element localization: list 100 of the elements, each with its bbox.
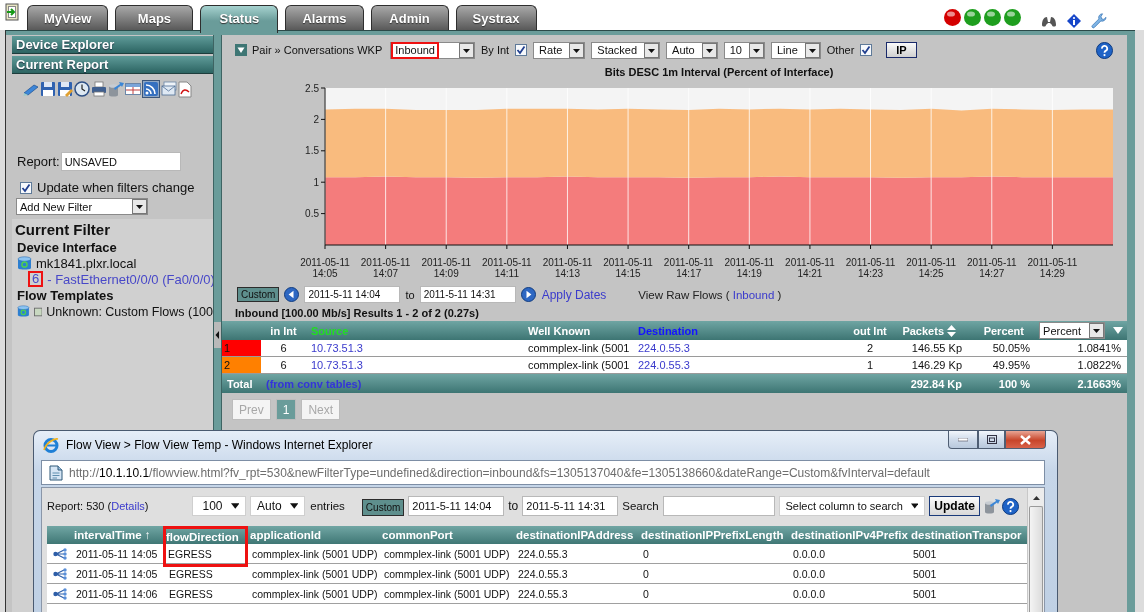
dropdown[interactable]: 100 (191, 496, 247, 516)
caret-icon[interactable] (701, 42, 717, 58)
dropdown[interactable]: Auto (250, 496, 306, 516)
door-arrow-icon[interactable] (5, 3, 19, 21)
panel-header[interactable]: Device Explorer (12, 36, 213, 54)
caret-icon[interactable] (644, 42, 660, 58)
document-icon[interactable] (178, 80, 192, 98)
panel-header[interactable]: Current Report (12, 56, 213, 74)
floppy-icon[interactable] (40, 81, 56, 97)
table-row[interactable]: 2011-05-11 14:05 EGRESS commplex-link (5001 UDP) commplex-link (5001 UDP) 224.0.55.3 0 0.0.0.0 5001 (47, 544, 1027, 564)
maximize-button[interactable] (978, 431, 1005, 449)
dropdown[interactable]: Auto (666, 41, 718, 59)
help-icon[interactable] (1002, 497, 1019, 515)
caret-icon[interactable] (804, 42, 820, 58)
scrollbar[interactable] (1027, 488, 1044, 612)
dropdown[interactable]: Inbound (390, 41, 475, 59)
checkbox-label: By Int (481, 44, 510, 56)
table-row[interactable]: 2 6 10.73.51.3 commplex-link (5001 224.0.55.3 1 146.29 Kp 49.95% 1.0822% (222, 357, 1127, 374)
column-header[interactable]: destinationIPAddress (514, 526, 639, 544)
dropdown[interactable]: Percent (1039, 322, 1105, 339)
column-header[interactable]: Well Known (528, 324, 591, 337)
table-cell: 49.95% (992, 359, 1030, 371)
floppy-pencil-icon[interactable] (57, 81, 73, 97)
apply-dates-link[interactable]: Apply Dates (541, 287, 607, 302)
table-row[interactable]: 1 6 10.73.51.3 commplex-link (5001 224.0.55.3 2 146.55 Kp 50.05% 1.0841% (222, 340, 1127, 357)
date-field[interactable]: 2011-5-11 14:31 (419, 286, 516, 303)
column-header[interactable]: commonPort (380, 526, 514, 544)
column-header[interactable]: out Int (853, 324, 887, 337)
checkbox[interactable] (860, 44, 873, 56)
caret-icon[interactable] (132, 199, 147, 214)
date-field[interactable]: 2011-5-11 14:04 (304, 286, 401, 303)
column-header[interactable]: destinationTranspor (909, 526, 1026, 544)
column-header[interactable]: destinationIPPrefixLength (639, 526, 789, 544)
caret-icon[interactable] (569, 42, 585, 58)
wrench-icon[interactable] (1091, 13, 1107, 29)
update-button[interactable]: Update (929, 496, 980, 516)
up-arrow-icon (1032, 496, 1040, 500)
date-field[interactable]: 2011-5-11 14:31 (522, 496, 619, 516)
table-cell: 6 (280, 359, 287, 371)
inbound-link[interactable]: Inbound (732, 288, 775, 301)
column-header[interactable]: Packets (902, 324, 956, 337)
dropdown[interactable]: Rate (533, 41, 586, 59)
table-cell-text: 224.0.55.3 (517, 586, 569, 602)
tab[interactable]: Admin (370, 5, 449, 30)
total-note: (from conv tables) (266, 377, 362, 390)
interface-link[interactable]: - FastEthernet0/0/0 (Fa0/0/0) (47, 271, 215, 287)
ip-link[interactable]: 224.0.55.3 (638, 359, 690, 371)
checkbox[interactable] (20, 181, 32, 194)
details-link[interactable]: Details (111, 500, 145, 512)
ip-link[interactable]: 224.0.55.3 (638, 342, 690, 354)
caret-icon[interactable] (1089, 323, 1104, 338)
info-icon[interactable] (1067, 14, 1081, 28)
tab[interactable]: MyView (27, 5, 109, 30)
table-cell-text: 0.0.0.0 (792, 586, 827, 602)
caret-icon (289, 503, 299, 509)
printer-icon[interactable] (91, 81, 107, 97)
range-separator: to (508, 499, 519, 513)
interface-index-link[interactable]: 6 (28, 271, 44, 287)
dropdown[interactable]: Stacked (591, 41, 661, 59)
page-button[interactable]: 1 (275, 399, 297, 420)
axis-label: 2011-05-11 14:21 (785, 257, 835, 279)
tab[interactable]: Systrax (455, 5, 537, 30)
table-cell-text: commplex-link (5001 UDP) (383, 586, 511, 602)
checkbox[interactable] (515, 44, 528, 56)
expand-toggle-icon[interactable] (235, 44, 247, 56)
caret-icon[interactable] (749, 42, 764, 58)
filter-dropdown[interactable]: Add New Filter (16, 198, 148, 215)
dropdown[interactable]: Select column to search (779, 496, 926, 516)
address-field[interactable]: http://10.1.10.1/flowview.html?fv_rpt=530&newFilterType=undefined&direction=inbound&fs=1305137040&fe=1305138660&dateRange=Custom&fvInterval=default (41, 460, 1045, 485)
scrollbar-thumb[interactable] (1029, 506, 1043, 612)
column-header[interactable]: destinationIPv4Prefix (789, 526, 909, 544)
column-header[interactable]: intervalTime ↑ (72, 526, 165, 544)
report-name-field[interactable]: UNSAVED (60, 152, 181, 171)
tab[interactable]: Status (200, 5, 279, 33)
column-header[interactable]: in Int (270, 324, 297, 337)
custom-button[interactable]: Custom (237, 287, 280, 302)
maximize-icon (986, 435, 997, 444)
binoculars-icon[interactable] (1041, 15, 1057, 27)
ip-link[interactable]: 10.73.51.3 (311, 342, 363, 354)
axis-label: 2011-05-11 14:13 (542, 257, 593, 279)
tab[interactable]: Alarms (285, 5, 364, 30)
ip-button[interactable]: IP (886, 42, 917, 58)
custom-button[interactable]: Custom (361, 499, 405, 516)
caret-icon[interactable] (459, 42, 474, 58)
search-field[interactable] (662, 496, 776, 516)
table-icon[interactable] (125, 81, 141, 97)
section-title: Current Filter (15, 221, 111, 239)
dropdown[interactable]: 10 (723, 41, 765, 59)
close-icon (1020, 434, 1031, 445)
close-button[interactable] (1005, 431, 1046, 449)
rss-icon[interactable] (142, 80, 160, 98)
dropdown[interactable]: Line (771, 41, 821, 59)
help-icon[interactable] (1096, 41, 1113, 59)
column-header[interactable]: applicationId (248, 526, 380, 544)
column-header[interactable]: Percent (983, 324, 1024, 337)
minimize-button[interactable] (948, 431, 978, 449)
date-field[interactable]: 2011-5-11 14:04 (408, 496, 505, 516)
clock-icon[interactable] (74, 81, 90, 97)
tab[interactable]: Maps (115, 5, 194, 30)
ip-link[interactable]: 10.73.51.3 (311, 359, 363, 371)
